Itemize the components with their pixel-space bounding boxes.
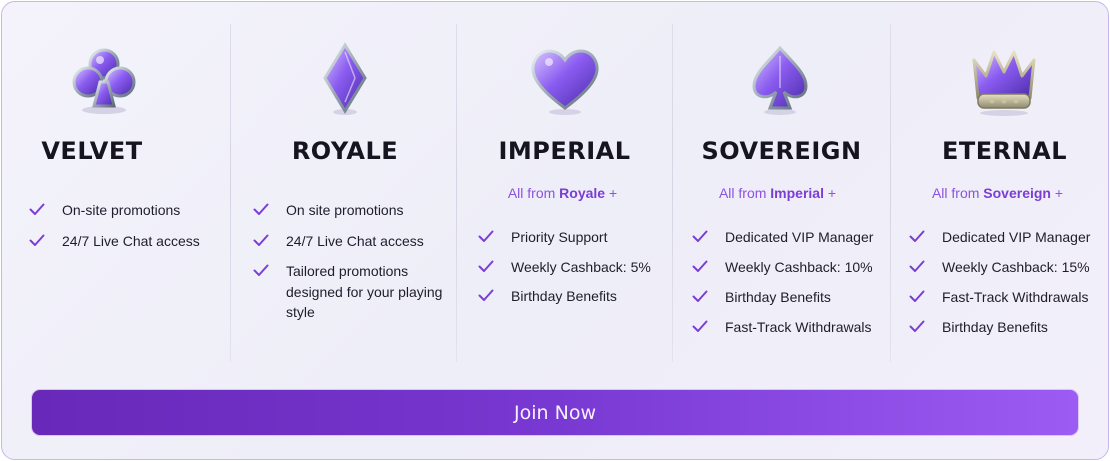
join-now-button[interactable]: Join Now bbox=[31, 389, 1079, 436]
tier-columns: VELVET On-site promotions 24/7 Live Chat… bbox=[2, 2, 1108, 374]
benefit-item: Dedicated VIP Manager bbox=[692, 227, 887, 248]
benefit-item: Weekly Cashback: 5% bbox=[478, 257, 668, 278]
benefit-list: Dedicated VIP Manager Weekly Cashback: 1… bbox=[909, 227, 1106, 338]
benefit-item: Tailored promotions designed for your pl… bbox=[253, 261, 448, 323]
benefit-item: Weekly Cashback: 15% bbox=[909, 257, 1106, 278]
benefit-item: 24/7 Live Chat access bbox=[29, 231, 219, 252]
benefit-list: On site promotions 24/7 Live Chat access… bbox=[253, 200, 448, 323]
benefit-list: On-site promotions 24/7 Live Chat access bbox=[29, 200, 219, 251]
benefit-label: Dedicated VIP Manager bbox=[725, 229, 874, 245]
check-icon bbox=[478, 289, 494, 302]
crown-icon bbox=[964, 42, 1044, 118]
tier-title: ROYALE bbox=[291, 137, 399, 165]
inherit-note: All from Imperial + bbox=[673, 185, 882, 201]
benefit-label: On-site promotions bbox=[62, 202, 181, 218]
benefit-item: Birthday Benefits bbox=[478, 286, 668, 307]
benefit-item: Priority Support bbox=[478, 227, 668, 248]
check-icon bbox=[692, 320, 708, 333]
benefit-label: On site promotions bbox=[286, 202, 404, 218]
inherit-suffix: + bbox=[1054, 185, 1064, 201]
check-icon bbox=[692, 230, 708, 243]
diamond-icon bbox=[305, 42, 385, 118]
check-icon bbox=[253, 264, 269, 277]
benefit-label: Birthday Benefits bbox=[511, 288, 617, 304]
spade-icon bbox=[740, 42, 820, 118]
tier-royale: ROYALE On site promotions 24/7 Live Chat… bbox=[231, 2, 456, 374]
heart-icon bbox=[525, 42, 605, 118]
benefit-list: Dedicated VIP Manager Weekly Cashback: 1… bbox=[692, 227, 887, 338]
check-icon bbox=[29, 203, 45, 216]
inherit-tier: Royale bbox=[559, 185, 606, 201]
inherit-prefix: All from bbox=[507, 185, 556, 201]
inherit-suffix: + bbox=[608, 185, 618, 201]
benefit-label: Tailored promotions designed for your pl… bbox=[286, 263, 443, 320]
check-icon bbox=[692, 290, 708, 303]
check-icon bbox=[478, 260, 494, 273]
inherit-prefix: All from bbox=[718, 185, 767, 201]
benefit-label: Weekly Cashback: 10% bbox=[725, 259, 873, 275]
benefit-item: Dedicated VIP Manager bbox=[909, 227, 1106, 248]
benefit-label: Dedicated VIP Manager bbox=[942, 229, 1091, 245]
tier-title: ETERNAL bbox=[941, 137, 1068, 165]
benefit-label: Weekly Cashback: 5% bbox=[511, 258, 651, 275]
benefit-label: Fast-Track Withdrawals bbox=[725, 319, 872, 335]
benefit-label: 24/7 Live Chat access bbox=[286, 232, 424, 249]
benefit-item: On site promotions bbox=[253, 200, 448, 221]
tier-velvet: VELVET On-site promotions 24/7 Live Chat… bbox=[2, 2, 230, 374]
check-icon bbox=[909, 290, 925, 303]
inherit-prefix: All from bbox=[931, 185, 980, 201]
check-icon bbox=[478, 230, 494, 243]
benefit-item: On-site promotions bbox=[29, 200, 219, 221]
check-icon bbox=[29, 234, 45, 247]
tier-imperial: IMPERIAL All from Royale + Priority Supp… bbox=[457, 2, 672, 374]
benefit-item: 24/7 Live Chat access bbox=[253, 231, 448, 252]
check-icon bbox=[909, 260, 925, 273]
tier-title: IMPERIAL bbox=[498, 137, 631, 165]
benefit-label: Fast-Track Withdrawals bbox=[942, 289, 1089, 305]
benefit-item: Weekly Cashback: 10% bbox=[692, 257, 887, 278]
benefit-label: 24/7 Live Chat access bbox=[62, 232, 200, 249]
check-icon bbox=[909, 230, 925, 243]
benefit-label: Weekly Cashback: 15% bbox=[942, 259, 1090, 275]
tier-eternal: ETERNAL All from Sovereign + Dedicated V… bbox=[891, 2, 1108, 374]
check-icon bbox=[692, 260, 708, 273]
inherit-suffix: + bbox=[827, 185, 837, 201]
benefit-list: Priority Support Weekly Cashback: 5% Bir… bbox=[478, 227, 668, 307]
vip-tiers-card: VELVET On-site promotions 24/7 Live Chat… bbox=[1, 1, 1109, 460]
benefit-label: Birthday Benefits bbox=[725, 289, 831, 305]
benefit-label: Birthday Benefits bbox=[942, 319, 1048, 335]
benefit-item: Birthday Benefits bbox=[909, 317, 1106, 338]
tier-title: VELVET bbox=[41, 137, 143, 165]
check-icon bbox=[253, 203, 269, 216]
benefit-item: Fast-Track Withdrawals bbox=[909, 287, 1106, 308]
benefit-item: Fast-Track Withdrawals bbox=[692, 317, 887, 338]
benefit-item: Birthday Benefits bbox=[692, 287, 887, 308]
check-icon bbox=[253, 234, 269, 247]
inherit-note: All from Sovereign + bbox=[891, 185, 1104, 201]
benefit-label: Priority Support bbox=[511, 229, 608, 245]
check-icon bbox=[909, 320, 925, 333]
inherit-note: All from Royale + bbox=[457, 185, 668, 201]
inherit-tier: Imperial bbox=[770, 185, 824, 201]
tier-sovereign: SOVEREIGN All from Imperial + Dedicated … bbox=[673, 2, 890, 374]
club-icon bbox=[64, 42, 144, 118]
tier-title: SOVEREIGN bbox=[701, 137, 862, 165]
inherit-tier: Sovereign bbox=[983, 185, 1051, 201]
